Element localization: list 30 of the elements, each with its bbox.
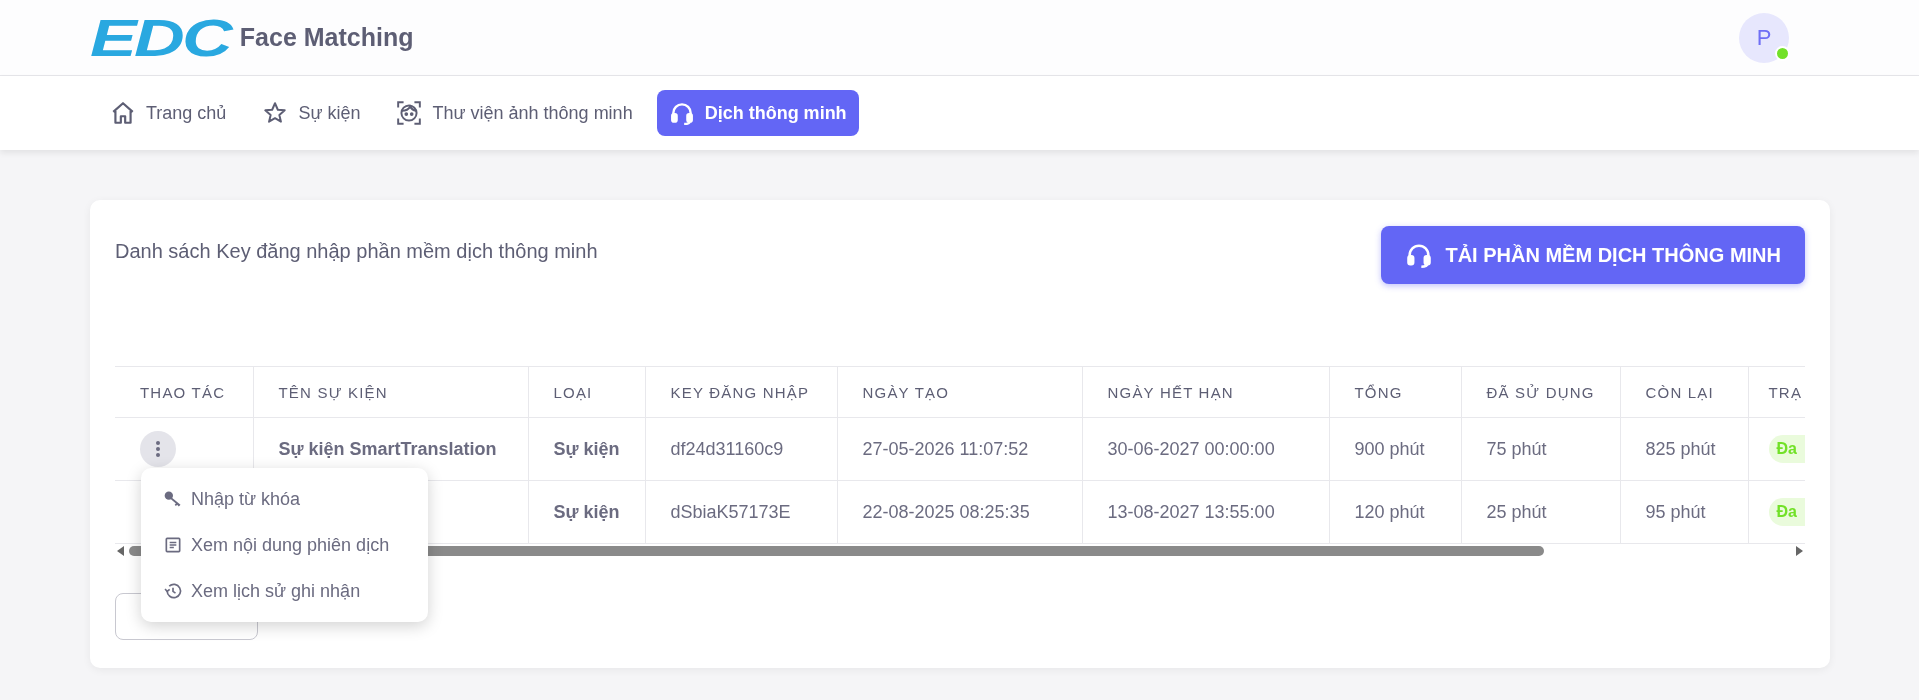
table-cell: 13-08-2027 13:55:00 [1107, 501, 1275, 522]
table-cell: 30-06-2027 00:00:00 [1107, 438, 1275, 459]
column-header: NGÀY TẠO [837, 366, 1082, 418]
status-badge: Đa [1768, 498, 1805, 526]
app-title: Face Matching [239, 23, 414, 52]
table-cell: Sự kiện [553, 438, 620, 459]
table-cell: dSbiaK57173E [670, 501, 791, 522]
column-header: ĐÃ SỬ DỤNG [1461, 366, 1620, 418]
table-cell: 825 phút [1645, 438, 1716, 459]
table-cell: 22-08-2025 08:25:35 [862, 501, 1030, 522]
table-cell: Sự kiện SmartTranslation [278, 438, 497, 459]
column-header: TỔNG [1329, 366, 1461, 418]
table-cell: 75 phút [1486, 438, 1547, 459]
table-cell: 120 phút [1354, 501, 1425, 522]
column-header: TÊN SỰ KIỆN [253, 366, 528, 418]
table-cell: 900 phút [1354, 438, 1425, 459]
table-cell: Sự kiện [553, 501, 620, 522]
status-badge: Đa [1768, 435, 1805, 463]
column-header: KEY ĐĂNG NHẬP [645, 366, 837, 418]
column-header: THAO TÁC [115, 366, 253, 418]
table-cell: 95 phút [1645, 501, 1706, 522]
column-header: NGÀY HẾT HẠN [1082, 366, 1329, 418]
column-header: TRẠ [1748, 366, 1805, 418]
table-cell: 25 phút [1486, 501, 1547, 522]
column-header: CÒN LẠI [1620, 366, 1748, 418]
table-cell: df24d31160c9 [670, 438, 784, 459]
table-cell: 27-05-2026 11:07:52 [862, 438, 1029, 459]
card-title: Danh sách Key đăng nhập phần mềm dịch thông minh [115, 240, 598, 263]
logo: EDC [90, 7, 231, 68]
column-header: LOẠI [528, 366, 645, 418]
